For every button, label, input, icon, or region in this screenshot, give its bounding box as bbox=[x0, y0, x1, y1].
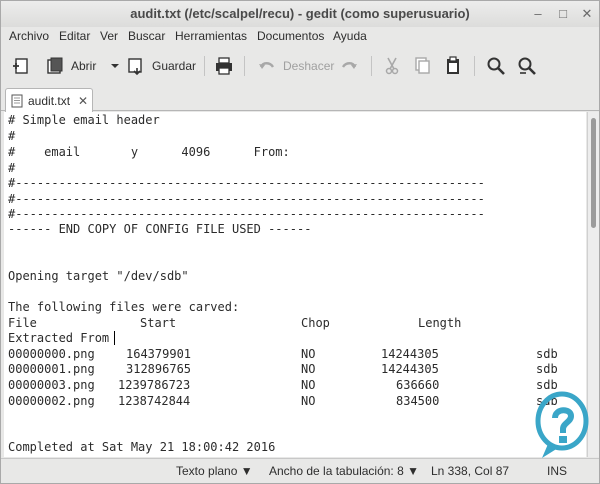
column-header-start: Start bbox=[140, 316, 177, 330]
editor-line: ------ END COPY OF CONFIG FILE USED ----… bbox=[8, 222, 312, 236]
print-button[interactable] bbox=[214, 53, 234, 79]
editor-line: # bbox=[8, 161, 16, 175]
editor-line: #---------------------------------------… bbox=[8, 207, 485, 221]
text-editor[interactable]: # Simple email header # # email y 4096 F… bbox=[4, 112, 586, 457]
watermark-logo bbox=[535, 391, 589, 458]
editor-line: Opening target "/dev/sdb" bbox=[8, 269, 189, 283]
tab-width-label: Ancho de la tabulación: bbox=[269, 464, 394, 478]
open-button[interactable]: Abrir bbox=[45, 53, 120, 79]
status-bar: Texto plano ▼ Ancho de la tabulación: 8 … bbox=[1, 458, 599, 483]
menu-buscar[interactable]: Buscar bbox=[128, 29, 165, 43]
row-from: sdb bbox=[536, 362, 558, 376]
title-bar[interactable]: audit.txt (/etc/scalpel/recu) - gedit (c… bbox=[1, 1, 599, 27]
chevron-down-icon: ▼ bbox=[407, 464, 420, 478]
cut-button[interactable] bbox=[382, 53, 402, 79]
editor-line: The following files were carved: bbox=[8, 300, 240, 314]
row-start: 312896765 bbox=[126, 362, 192, 376]
paste-icon bbox=[447, 56, 459, 74]
menu-herramientas[interactable]: Herramientas bbox=[175, 29, 247, 43]
redo-button[interactable] bbox=[339, 53, 359, 79]
find-button[interactable] bbox=[486, 53, 506, 79]
save-icon bbox=[128, 58, 142, 76]
language-label: Texto plano bbox=[176, 464, 238, 478]
redo-icon bbox=[341, 62, 357, 69]
chevron-down-icon[interactable] bbox=[110, 62, 120, 70]
scrollbar-thumb[interactable] bbox=[591, 118, 596, 228]
row-chop: NO bbox=[301, 394, 316, 408]
language-selector[interactable]: Texto plano ▼ bbox=[176, 464, 253, 478]
paste-button[interactable] bbox=[443, 53, 463, 79]
document-tab-bar: audit.txt ✕ bbox=[1, 84, 599, 112]
chevron-down-icon: ▼ bbox=[240, 464, 253, 478]
save-label: Guardar bbox=[152, 59, 197, 73]
find-replace-button[interactable] bbox=[517, 53, 537, 79]
tab-width-value: 8 bbox=[397, 464, 404, 478]
new-document-button[interactable] bbox=[11, 53, 31, 79]
undo-icon bbox=[259, 62, 275, 69]
undo-label: Deshacer bbox=[283, 59, 335, 73]
copy-button[interactable] bbox=[412, 53, 432, 79]
editor-line: #---------------------------------------… bbox=[8, 176, 485, 190]
toolbar-separator bbox=[371, 56, 372, 76]
row-length: 14244305 bbox=[381, 362, 439, 376]
toolbar-separator bbox=[204, 56, 205, 76]
row-start: 1238742844 bbox=[118, 394, 191, 408]
column-header-chop: Chop bbox=[301, 316, 330, 330]
toolbar-separator bbox=[244, 56, 245, 76]
tab-audit-txt[interactable]: audit.txt ✕ bbox=[5, 88, 93, 112]
menu-editar[interactable]: Editar bbox=[59, 29, 90, 43]
editor-line: # bbox=[8, 129, 16, 143]
text-document-icon bbox=[11, 94, 23, 107]
menu-bar: Archivo Editar Ver Buscar Herramientas D… bbox=[1, 27, 599, 47]
row-chop: NO bbox=[301, 347, 316, 361]
tab-width-selector[interactable]: Ancho de la tabulación: 8 ▼ bbox=[269, 464, 419, 478]
cut-icon bbox=[385, 57, 399, 75]
editor-line: #---------------------------------------… bbox=[8, 192, 485, 206]
save-button[interactable]: Guardar bbox=[126, 53, 196, 79]
editor-line: Completed at Sat May 21 18:00:42 2016 bbox=[8, 440, 276, 454]
column-header-extracted-from: Extracted From bbox=[8, 331, 110, 345]
row-file: 00000003.png bbox=[8, 378, 95, 392]
new-document-icon bbox=[13, 58, 28, 74]
menu-ayuda[interactable]: Ayuda bbox=[333, 29, 367, 43]
column-header-length: Length bbox=[418, 316, 462, 330]
minimize-button[interactable]: – bbox=[529, 5, 547, 23]
text-cursor bbox=[114, 331, 115, 345]
open-folder-icon bbox=[47, 57, 63, 74]
close-window-button[interactable]: ✕ bbox=[578, 5, 596, 23]
maximize-button[interactable]: □ bbox=[554, 5, 572, 23]
toolbar-separator bbox=[474, 56, 475, 76]
print-icon bbox=[216, 57, 232, 75]
window-title: audit.txt (/etc/scalpel/recu) - gedit (c… bbox=[130, 6, 470, 21]
menu-documentos[interactable]: Documentos bbox=[257, 29, 324, 43]
tab-label: audit.txt bbox=[28, 93, 71, 108]
copy-icon bbox=[415, 57, 430, 74]
menu-ver[interactable]: Ver bbox=[100, 29, 118, 43]
row-length: 636660 bbox=[396, 378, 440, 392]
insert-mode[interactable]: INS bbox=[547, 464, 567, 478]
menu-archivo[interactable]: Archivo bbox=[9, 29, 49, 43]
row-start: 164379901 bbox=[126, 347, 192, 361]
search-icon bbox=[487, 57, 505, 75]
row-from: sdb bbox=[536, 347, 558, 361]
open-label: Abrir bbox=[71, 59, 97, 73]
row-chop: NO bbox=[301, 378, 316, 392]
undo-button[interactable]: Deshacer bbox=[257, 53, 334, 79]
search-replace-icon bbox=[518, 57, 536, 75]
row-start: 1239786723 bbox=[118, 378, 191, 392]
row-file: 00000002.png bbox=[8, 394, 95, 408]
row-length: 834500 bbox=[396, 394, 440, 408]
row-chop: NO bbox=[301, 362, 316, 376]
toolbar: Abrir Guardar Deshacer bbox=[1, 48, 599, 84]
editor-line: # Simple email header bbox=[8, 113, 160, 127]
cursor-position: Ln 338, Col 87 bbox=[431, 464, 510, 478]
close-tab-icon[interactable]: ✕ bbox=[78, 94, 88, 108]
app-window: audit.txt (/etc/scalpel/recu) - gedit (c… bbox=[0, 0, 600, 484]
editor-line: # email y 4096 From: bbox=[8, 145, 290, 159]
row-file: 00000000.png bbox=[8, 347, 95, 361]
column-header-file: File bbox=[8, 316, 37, 330]
row-length: 14244305 bbox=[381, 347, 439, 361]
row-file: 00000001.png bbox=[8, 362, 95, 376]
